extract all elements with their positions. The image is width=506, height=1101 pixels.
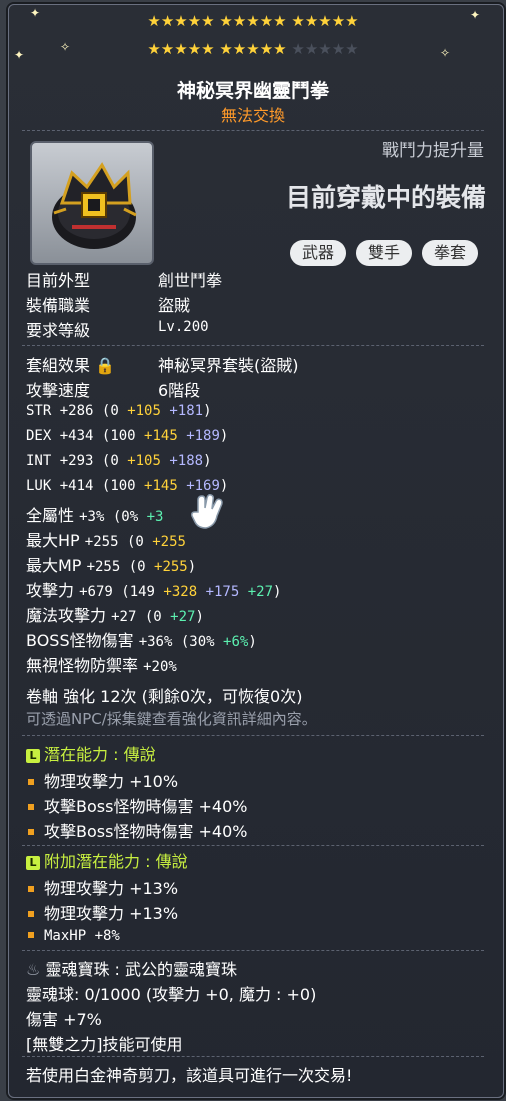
pointer-hand-icon: [191, 494, 223, 529]
bullet-icon: [28, 804, 34, 810]
tag-knuckle: 拳套: [422, 240, 479, 266]
divider: [22, 1056, 484, 1057]
additional-potential-line: MaxHP +8%: [26, 925, 120, 944]
flame-icon: ♨: [26, 960, 41, 979]
bullet-icon: [28, 829, 34, 835]
star-force-empty: ★★★★★: [286, 40, 359, 58]
star-force-row-2: ★★★★★ ★★★★★ ★★★★★: [0, 40, 506, 58]
stat-boss-damage: BOSS怪物傷害 +36% (30% +6%): [26, 631, 257, 650]
info-appearance: 目前外型 創世鬥拳: [26, 271, 223, 290]
sparkle-icon: ✦: [30, 6, 41, 20]
bullet-icon: [28, 886, 34, 892]
divider: [22, 345, 484, 346]
soul-damage: 傷害 +7%: [26, 1010, 102, 1029]
set-effect[interactable]: 套組效果 🔒 神秘冥界套裝(盜賊): [26, 352, 299, 376]
soul-gauge: 靈魂球: 0/1000 (攻擊力 +0, 魔力 : +0): [26, 985, 317, 1004]
divider: [22, 950, 484, 951]
potential-line: 物理攻擊力 +10%: [26, 768, 178, 792]
item-name: 神秘冥界幽靈鬥拳: [176, 80, 329, 102]
star-force-filled: ★★★★★ ★★★★★: [147, 40, 287, 58]
legendary-grade-icon: L: [26, 749, 40, 763]
tag-weapon: 武器: [290, 240, 347, 266]
sparkle-icon: ✧: [440, 46, 451, 60]
scissors-note: 若使用白金神奇剪刀，該道具可進行一次交易!: [26, 1066, 353, 1085]
bullet-icon: [28, 911, 34, 917]
sparkle-icon: ✧: [60, 40, 71, 54]
tag-two-handed: 雙手: [356, 240, 413, 266]
divider: [22, 845, 484, 846]
stat-dex: DEX +434 (100 +145 +189): [26, 428, 229, 444]
stat-max-hp: 最大HP +255 (0 +255: [26, 531, 186, 550]
divider: [22, 735, 484, 736]
additional-potential-line: 物理攻擊力 +13%: [26, 875, 178, 899]
legendary-grade-icon: L: [26, 856, 40, 870]
info-job: 裝備職業 盜賊: [26, 296, 191, 315]
stat-all: 全屬性 +3% (0% +3: [26, 506, 164, 525]
stat-max-mp: 最大MP +255 (0 +255): [26, 556, 197, 575]
item-icon-frame: [30, 141, 154, 265]
potential-line: 攻擊Boss怪物時傷害 +40%: [26, 818, 248, 842]
divider: [22, 130, 484, 131]
knuckle-weapon-icon: [52, 162, 137, 249]
potential-title: L 潛在能力 : 傳說: [26, 741, 156, 765]
lock-icon: 🔒: [95, 356, 116, 375]
stat-attack: 攻擊力 +679 (149 +328 +175 +27): [26, 581, 282, 600]
soul-title: ♨ 靈魂寶珠 : 武公的靈魂寶珠: [26, 960, 238, 979]
bullet-icon: [28, 932, 34, 938]
additional-potential-title: L 附加潛在能力 : 傳說: [26, 848, 188, 872]
sparkle-icon: ✦: [470, 8, 481, 22]
bullet-icon: [28, 779, 34, 785]
stat-int: INT +293 (0 +105 +188): [26, 453, 212, 469]
stat-ignore-defense: 無視怪物防禦率 +20%: [26, 656, 177, 675]
scroll-hint: 可透過NPC/採集鍵查看強化資訊詳細內容。: [26, 710, 317, 728]
star-force-row-1: ★★★★★ ★★★★★ ★★★★★: [147, 12, 359, 30]
additional-potential-line: 物理攻擊力 +13%: [26, 900, 178, 924]
equipped-label: 目前穿戴中的裝備: [285, 183, 486, 212]
info-level: 要求等級 Lv.200: [26, 319, 209, 340]
soul-skill: [無雙之力]技能可使用: [26, 1035, 183, 1054]
attack-speed: 攻擊速度 6階段: [26, 381, 201, 400]
potential-line: 攻擊Boss怪物時傷害 +40%: [26, 793, 248, 817]
trade-status: 無法交換: [220, 106, 285, 125]
combat-power-label: 戰鬥力提升量: [382, 141, 484, 161]
stat-str: STR +286 (0 +105 +181): [26, 403, 212, 419]
scroll-upgrade: 卷軸 強化 12次 (剩餘0次，可恢復0次): [26, 687, 303, 706]
sparkle-icon: ✦: [14, 48, 25, 62]
stat-magic-attack: 魔法攻擊力 +27 (0 +27): [26, 606, 204, 625]
